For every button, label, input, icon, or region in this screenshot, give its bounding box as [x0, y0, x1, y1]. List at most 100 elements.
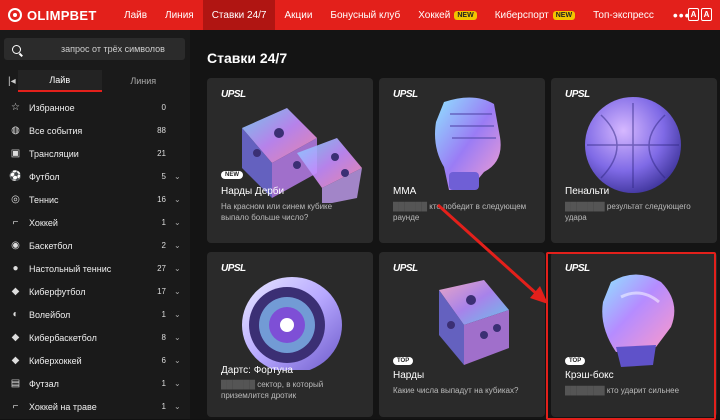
- sidebar-item-label: Волейбол: [29, 309, 71, 320]
- sidebar-item-label: Теннис: [29, 194, 59, 205]
- sidebar-item[interactable]: ◆ Киберхоккей 6 ⌄: [0, 349, 190, 372]
- sidebar-item[interactable]: ⌐ Хоккей на траве 1 ⌄: [0, 395, 190, 418]
- search-input[interactable]: [61, 44, 181, 54]
- live-line-toggle: |◂ Лайв Линия: [4, 70, 185, 92]
- page-title: Ставки 24/7: [207, 50, 288, 66]
- nav-label: Ставки 24/7: [211, 9, 267, 21]
- chevron-down-icon[interactable]: ⌄: [174, 402, 182, 411]
- font-small-icon[interactable]: A: [688, 8, 699, 21]
- sidebar-item-label: Баскетбол: [29, 240, 73, 251]
- logo-text: OLIMPBET: [27, 7, 97, 23]
- game-card-darts-fortune[interactable]: UPSL Дартс: Фортуна ██████ сектор, в кот…: [207, 252, 373, 417]
- nav-label: Хоккей: [418, 9, 451, 21]
- logo[interactable]: OLIMPBET: [0, 0, 115, 30]
- event-count: 1: [161, 379, 166, 388]
- event-count: 21: [157, 149, 166, 158]
- chevron-down-icon[interactable]: ⌄: [174, 241, 182, 250]
- event-count: 5: [161, 172, 166, 181]
- card-description: ███████ результат следующего удара: [565, 202, 691, 222]
- font-size-toggle[interactable]: A A: [688, 8, 712, 21]
- nav-item-hockey[interactable]: Хоккей NEW: [409, 0, 485, 30]
- main-content: Ставки 24/7 UPSL NEW Нарды Дерби На крас…: [190, 30, 720, 420]
- nav-item-line[interactable]: Линия: [156, 0, 203, 30]
- sidebar-item[interactable]: ◎ Теннис 16 ⌄: [0, 188, 190, 211]
- nav-item-bonus-club[interactable]: Бонусный клуб: [321, 0, 409, 30]
- sidebar-item-label: Киберфутбол: [29, 286, 86, 297]
- tennis-icon: ◎: [11, 194, 20, 205]
- sidebar-item[interactable]: ☆ Избранное 0: [0, 96, 190, 119]
- collapse-sidebar-icon[interactable]: |◂: [4, 76, 18, 87]
- event-count: 1: [161, 218, 166, 227]
- chevron-down-icon[interactable]: ⌄: [174, 356, 182, 365]
- sidebar-item[interactable]: ◆ Кибербаскетбол 8 ⌄: [0, 326, 190, 349]
- card-description: Какие числа выпадут на кубиках?: [393, 386, 519, 395]
- star-icon: ☆: [11, 102, 20, 113]
- sidebar-item[interactable]: ⚽ Футбол 5 ⌄: [0, 165, 190, 188]
- chevron-down-icon[interactable]: ⌄: [174, 287, 182, 296]
- football-icon: ⚽: [9, 171, 22, 182]
- search-box[interactable]: [4, 38, 185, 60]
- event-count: 8: [161, 333, 166, 342]
- globe-icon: ◍: [11, 125, 20, 136]
- nav-label: Лайв: [124, 9, 148, 21]
- futsal-icon: ▤: [10, 378, 21, 389]
- event-count: 2: [161, 241, 166, 250]
- chevron-down-icon[interactable]: ⌄: [174, 264, 182, 273]
- font-large-icon[interactable]: A: [701, 8, 712, 21]
- new-badge: NEW: [552, 10, 576, 20]
- hockey-icon: ⌐: [12, 217, 19, 228]
- nav-label: Акции: [284, 9, 313, 21]
- new-badge: NEW: [454, 10, 477, 20]
- event-count: 6: [161, 356, 166, 365]
- chevron-down-icon[interactable]: ⌄: [174, 379, 182, 388]
- top-bar: OLIMPBET Лайв Линия Ставки 24/7 Акции Бо…: [0, 0, 720, 30]
- sidebar-item-label: Киберхоккей: [29, 355, 82, 366]
- highlight-frame: [546, 252, 716, 420]
- new-badge: NEW: [221, 171, 243, 179]
- event-count: 0: [161, 103, 166, 112]
- event-count: 1: [161, 402, 166, 411]
- tab-line[interactable]: Линия: [102, 70, 186, 92]
- top-badge: TOP: [393, 357, 414, 365]
- nav-item-live[interactable]: Лайв: [115, 0, 156, 30]
- chevron-down-icon[interactable]: ⌄: [174, 333, 182, 342]
- chevron-down-icon[interactable]: ⌄: [174, 195, 182, 204]
- nav-item-bets-24-7[interactable]: Ставки 24/7: [202, 0, 276, 30]
- sidebar-item[interactable]: ● Настольный теннис 27 ⌄: [0, 257, 190, 280]
- sport-list: ☆ Избранное 0 ◍ Все события 88 ▣ Трансляции 21 ⚽ Ф…: [0, 96, 190, 418]
- event-count: 17: [157, 287, 166, 296]
- dartboard-art: [242, 277, 342, 370]
- gamepad-icon: ◆: [11, 286, 20, 297]
- sidebar-item-label: Футзал: [29, 378, 59, 389]
- chevron-down-icon[interactable]: ⌄: [174, 172, 182, 181]
- nav-item-esports[interactable]: Киберспорт NEW: [486, 0, 584, 30]
- nav-item-promos[interactable]: Акции: [275, 0, 321, 30]
- table-tennis-icon: ●: [12, 263, 19, 274]
- basketball-icon: ◉: [11, 240, 20, 251]
- sidebar-item[interactable]: ▣ Трансляции 21: [0, 142, 190, 165]
- sidebar-item[interactable]: ◍ Все события 88: [0, 119, 190, 142]
- sidebar: |◂ Лайв Линия ☆ Избранное 0 ◍ Все события 88 ▣…: [0, 30, 190, 419]
- nav-label: Топ-экспресс: [593, 9, 654, 21]
- card-title: Пенальти: [565, 186, 610, 197]
- chevron-down-icon[interactable]: ⌄: [174, 218, 182, 227]
- sidebar-item-label: Футбол: [29, 171, 60, 182]
- main-nav: Лайв Линия Ставки 24/7 Акции Бонусный кл…: [115, 0, 701, 30]
- sidebar-item[interactable]: ⌐ Хоккей 1 ⌄: [0, 211, 190, 234]
- game-card-penalty[interactable]: UPSL Пенальти ███████ результат следующе…: [551, 78, 717, 243]
- card-title: Нарды: [393, 370, 425, 381]
- annotation-arrow: [436, 203, 548, 304]
- sidebar-item[interactable]: ◉ Баскетбол 2 ⌄: [0, 234, 190, 257]
- sidebar-item[interactable]: ◆ Киберфутбол 17 ⌄: [0, 280, 190, 303]
- chevron-down-icon[interactable]: ⌄: [174, 310, 182, 319]
- tab-live[interactable]: Лайв: [18, 70, 102, 92]
- game-card-backgammon-derby[interactable]: UPSL NEW Нарды Дерби На красном или сине…: [207, 78, 373, 243]
- sidebar-item-label: Хоккей: [29, 217, 58, 228]
- event-count: 88: [157, 126, 166, 135]
- sidebar-item[interactable]: ▤ Футзал 1 ⌄: [0, 372, 190, 395]
- sidebar-item-label: Хоккей на траве: [29, 401, 97, 412]
- sidebar-item[interactable]: ◐ Волейбол 1 ⌄: [0, 303, 190, 326]
- sidebar-item-label: Избранное: [29, 102, 75, 113]
- card-description: ██████ сектор, в который приземлится дрот…: [221, 380, 324, 400]
- nav-item-top-express[interactable]: Топ-экспресс: [584, 0, 663, 30]
